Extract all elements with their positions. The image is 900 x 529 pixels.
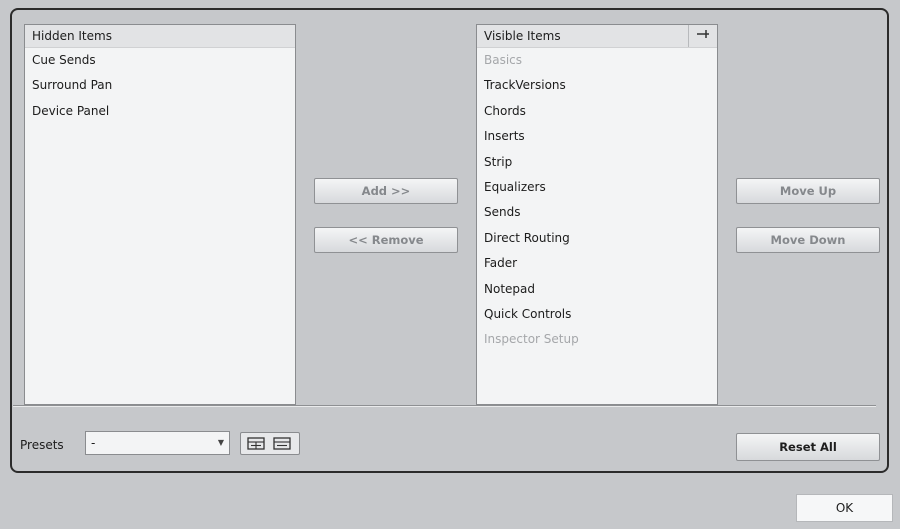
pin-icon[interactable] <box>688 25 717 47</box>
visible-list-item[interactable]: Strip <box>477 150 717 175</box>
move-down-button[interactable]: Move Down <box>736 227 880 253</box>
separator-line <box>13 405 876 407</box>
hidden-items-list[interactable]: Hidden Items Cue Sends Surround Pan Device… <box>24 24 296 405</box>
visible-list-item[interactable]: Quick Controls <box>477 302 717 327</box>
chevron-down-icon: ▼ <box>217 438 224 447</box>
visible-list-item[interactable]: TrackVersions <box>477 73 717 98</box>
visible-items-header: Visible Items <box>477 25 717 48</box>
visible-items-list[interactable]: Visible Items Basics TrackVersions Chords I… <box>476 24 718 405</box>
presets-dropdown[interactable]: - ▼ <box>85 431 230 455</box>
visible-list-item[interactable]: Equalizers <box>477 175 717 200</box>
visible-list-item[interactable]: Direct Routing <box>477 226 717 251</box>
preset-icon-group <box>240 432 300 455</box>
add-button[interactable]: Add >> <box>314 178 458 204</box>
visible-list-item[interactable]: Sends <box>477 200 717 225</box>
reset-all-button[interactable]: Reset All <box>736 433 880 461</box>
presets-label: Presets <box>20 438 64 452</box>
visible-list-item[interactable]: Inserts <box>477 124 717 149</box>
move-up-button[interactable]: Move Up <box>736 178 880 204</box>
visible-list-item[interactable]: Notepad <box>477 277 717 302</box>
presets-dropdown-value: - <box>91 436 96 450</box>
remove-button[interactable]: << Remove <box>314 227 458 253</box>
save-preset-icon[interactable] <box>247 436 267 453</box>
hidden-list-item[interactable]: Device Panel <box>25 99 295 124</box>
ok-button[interactable]: OK <box>796 494 893 522</box>
hidden-list-item[interactable]: Surround Pan <box>25 73 295 98</box>
visible-list-item[interactable]: Inspector Setup <box>477 327 717 352</box>
hidden-list-item[interactable]: Cue Sends <box>25 48 295 73</box>
visible-list-item[interactable]: Chords <box>477 99 717 124</box>
visible-list-item[interactable]: Basics <box>477 48 717 73</box>
hidden-items-header: Hidden Items <box>25 25 295 48</box>
visible-items-header-label: Visible Items <box>484 29 561 43</box>
visible-list-item[interactable]: Fader <box>477 251 717 276</box>
remove-preset-icon[interactable] <box>273 436 293 453</box>
dialog-footer <box>0 476 900 529</box>
pin-icon-glyph <box>697 30 709 38</box>
